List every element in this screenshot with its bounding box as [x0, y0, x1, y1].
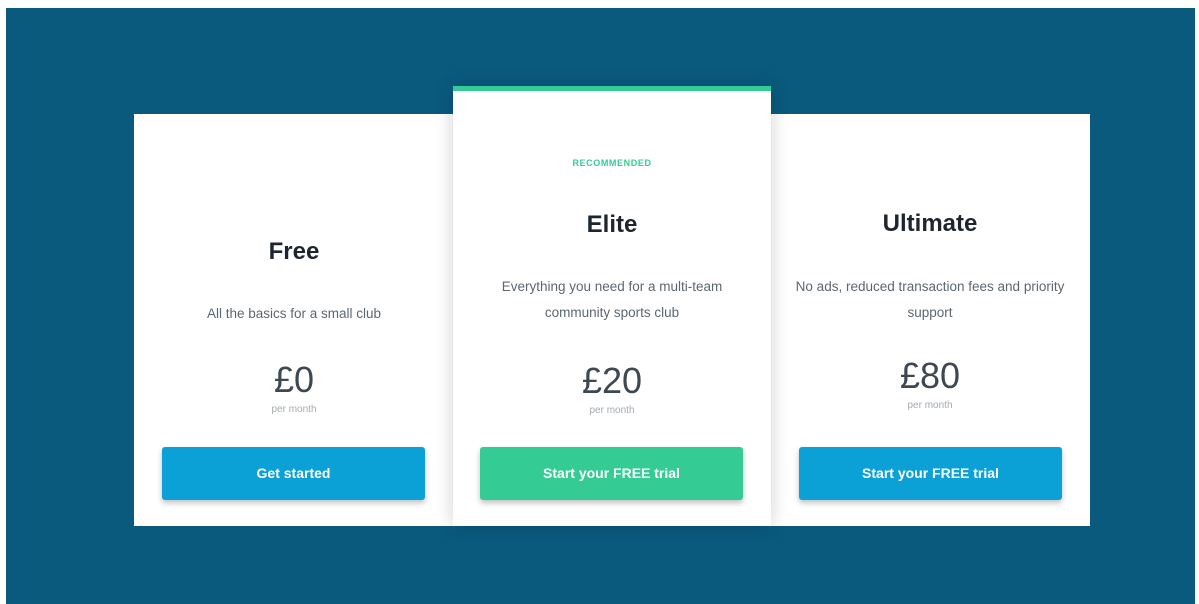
- plan-period: per month: [271, 404, 317, 415]
- plan-card-ultimate: Ultimate No ads, reduced transaction fee…: [770, 114, 1090, 526]
- plan-card-elite: RECOMMENDED Elite Everything you need fo…: [453, 86, 771, 526]
- plan-period: per month: [589, 405, 635, 416]
- start-free-trial-button-elite[interactable]: Start your FREE trial: [480, 447, 743, 500]
- plan-price: £0: [273, 359, 315, 400]
- plan-price: £20: [581, 360, 643, 401]
- plan-title: Elite: [586, 211, 638, 238]
- plan-title: Ultimate: [882, 210, 978, 237]
- plan-period: per month: [907, 400, 953, 411]
- plan-description: Everything you need for a multi-team com…: [501, 279, 723, 320]
- pricing-section: Free All the basics for a small club £0 …: [6, 8, 1195, 604]
- start-free-trial-button-ultimate[interactable]: Start your FREE trial: [799, 447, 1062, 500]
- get-started-button[interactable]: Get started: [162, 447, 425, 500]
- plan-title: Free: [268, 238, 320, 265]
- plan-price: £80: [899, 355, 961, 396]
- plan-card-free: Free All the basics for a small club £0 …: [134, 114, 454, 526]
- plan-description: All the basics for a small club: [206, 306, 382, 321]
- plan-description: No ads, reduced transaction fees and pri…: [795, 279, 1065, 320]
- recommended-badge: RECOMMENDED: [572, 158, 652, 168]
